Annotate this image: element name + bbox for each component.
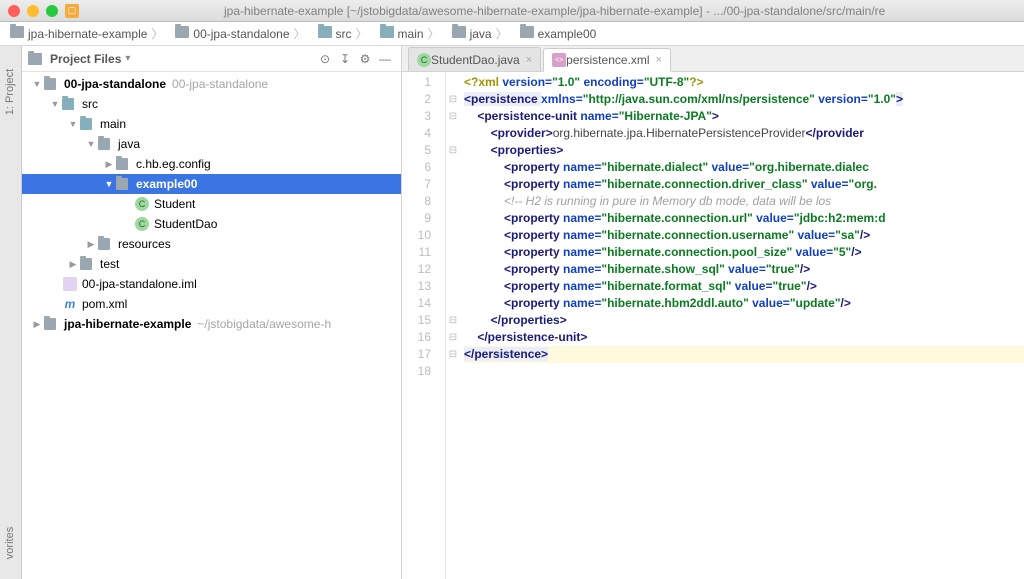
tree-node[interactable]: CStudent bbox=[22, 194, 401, 214]
maximize-window-button[interactable] bbox=[46, 5, 58, 17]
code-line[interactable]: <property name="hibernate.connection.url… bbox=[464, 210, 1024, 227]
rss-icon: ▢ bbox=[65, 4, 79, 18]
tree-label: pom.xml bbox=[82, 297, 127, 311]
disclosure-arrow[interactable]: ▼ bbox=[84, 139, 98, 149]
project-tree[interactable]: ▼00-jpa-standalone00-jpa-standalone▼src▼… bbox=[22, 72, 401, 579]
sidebar-header: Project Files ▾ ⊙ ↧ ⚙ — bbox=[22, 46, 401, 72]
disclosure-arrow[interactable]: ▶ bbox=[66, 259, 80, 270]
disclosure-arrow[interactable]: ▼ bbox=[102, 179, 116, 189]
disclosure-arrow[interactable]: ▶ bbox=[102, 159, 116, 170]
code-line[interactable]: <!-- H2 is running in pure in Memory db … bbox=[464, 193, 1024, 210]
window-titlebar: ▢ jpa-hibernate-example [~/jstobigdata/a… bbox=[0, 0, 1024, 22]
code-line[interactable]: <property name="hibernate.show_sql" valu… bbox=[464, 261, 1024, 278]
code-line[interactable]: <property name="hibernate.dialect" value… bbox=[464, 159, 1024, 176]
tab-label: persistence.xml bbox=[566, 53, 649, 67]
breadcrumb-label: jpa-hibernate-example bbox=[28, 27, 147, 41]
tree-label: main bbox=[100, 117, 126, 131]
tree-label: StudentDao bbox=[154, 217, 217, 231]
breadcrumb-label: java bbox=[470, 27, 492, 41]
editor-tabs: CStudentDao.java×<>persistence.xml× bbox=[402, 46, 1024, 72]
breadcrumb-item[interactable]: java bbox=[448, 23, 516, 44]
code-line[interactable]: <property name="hibernate.hbm2ddl.auto" … bbox=[464, 295, 1024, 312]
project-tool-tab[interactable]: 1: Project bbox=[5, 69, 17, 115]
editor-tab[interactable]: <>persistence.xml× bbox=[543, 48, 671, 72]
folder-icon bbox=[28, 53, 42, 65]
code-line[interactable]: <persistence-unit name="Hibernate-JPA"> bbox=[464, 108, 1024, 125]
disclosure-arrow[interactable]: ▼ bbox=[66, 119, 80, 129]
code-line[interactable]: <provider>org.hibernate.jpa.HibernatePer… bbox=[464, 125, 1024, 142]
editor-tab[interactable]: CStudentDao.java× bbox=[408, 47, 541, 71]
code-line[interactable]: <?xml version="1.0" encoding="UTF-8"?> bbox=[464, 74, 1024, 91]
tree-node[interactable]: ▼ main bbox=[22, 114, 401, 134]
code-line[interactable]: </persistence-unit> bbox=[464, 329, 1024, 346]
project-sidebar: Project Files ▾ ⊙ ↧ ⚙ — ▼00-jpa-standalo… bbox=[22, 46, 402, 579]
fold-strip[interactable]: ⊟⊟⊟⊟⊟⊟ bbox=[446, 72, 460, 579]
tree-node[interactable]: ▼ example00 bbox=[22, 174, 401, 194]
code-content[interactable]: <?xml version="1.0" encoding="UTF-8"?><p… bbox=[460, 72, 1024, 579]
collapse-all-button[interactable]: ↧ bbox=[335, 49, 355, 69]
tree-node[interactable]: ▶ c.hb.eg.config bbox=[22, 154, 401, 174]
tree-node[interactable]: 00-jpa-standalone.iml bbox=[22, 274, 401, 294]
code-line[interactable]: <property name="hibernate.connection.use… bbox=[464, 227, 1024, 244]
close-icon[interactable]: × bbox=[526, 54, 532, 66]
code-line[interactable]: </properties> bbox=[464, 312, 1024, 329]
code-line[interactable]: <properties> bbox=[464, 142, 1024, 159]
tree-label: resources bbox=[118, 237, 171, 251]
tree-label: 00-jpa-standalone.iml bbox=[82, 277, 197, 291]
tree-label: c.hb.eg.config bbox=[136, 157, 211, 171]
code-line[interactable]: <property name="hibernate.connection.poo… bbox=[464, 244, 1024, 261]
code-line[interactable] bbox=[464, 363, 1024, 380]
breadcrumb-item[interactable]: 00-jpa-standalone bbox=[171, 23, 313, 44]
tree-node[interactable]: CStudentDao bbox=[22, 214, 401, 234]
tree-label: example00 bbox=[136, 177, 197, 191]
locate-button[interactable]: ⊙ bbox=[315, 49, 335, 69]
editor-area: CStudentDao.java×<>persistence.xml× 1 2 … bbox=[402, 46, 1024, 579]
breadcrumb-bar: jpa-hibernate-example 00-jpa-standalone sr… bbox=[0, 22, 1024, 46]
chevron-down-icon[interactable]: ▾ bbox=[125, 53, 130, 64]
breadcrumb-item[interactable]: jpa-hibernate-example bbox=[6, 23, 171, 44]
tree-node[interactable]: ▼ src bbox=[22, 94, 401, 114]
breadcrumb-item[interactable]: src bbox=[314, 23, 376, 44]
disclosure-arrow[interactable]: ▶ bbox=[84, 239, 98, 250]
tree-node[interactable]: mpom.xml bbox=[22, 294, 401, 314]
code-line[interactable]: <property name="hibernate.format_sql" va… bbox=[464, 278, 1024, 295]
left-tool-strip: 1: Project vorites bbox=[0, 46, 22, 579]
tab-label: StudentDao.java bbox=[431, 53, 520, 67]
sidebar-title[interactable]: Project Files bbox=[50, 52, 121, 66]
disclosure-arrow[interactable]: ▼ bbox=[48, 99, 62, 109]
tree-dim-path: ~/jstobigdata/awesome-h bbox=[197, 317, 331, 331]
tree-label: src bbox=[82, 97, 98, 111]
tree-label: jpa-hibernate-example bbox=[64, 317, 191, 331]
hide-panel-button[interactable]: — bbox=[375, 49, 395, 69]
tree-dim-path: 00-jpa-standalone bbox=[172, 77, 268, 91]
tree-label: java bbox=[118, 137, 140, 151]
disclosure-arrow[interactable]: ▼ bbox=[30, 79, 44, 89]
tree-label: Student bbox=[154, 197, 195, 211]
close-window-button[interactable] bbox=[8, 5, 20, 17]
favorites-tool-tab[interactable]: vorites bbox=[5, 527, 17, 559]
tree-node[interactable]: ▶ jpa-hibernate-example ~/jstobigdata/awes… bbox=[22, 314, 401, 334]
breadcrumb-label: 00-jpa-standalone bbox=[193, 27, 289, 41]
tree-label: 00-jpa-standalone bbox=[64, 77, 166, 91]
window-title: jpa-hibernate-example [~/jstobigdata/awe… bbox=[224, 4, 885, 18]
minimize-window-button[interactable] bbox=[27, 5, 39, 17]
code-line[interactable]: <persistence xmlns="http://java.sun.com/… bbox=[464, 91, 1024, 108]
breadcrumb-label: src bbox=[336, 27, 352, 41]
breadcrumb-label: example00 bbox=[538, 27, 597, 41]
breadcrumb-label: main bbox=[398, 27, 424, 41]
line-gutter[interactable]: 1 2 3 4 5 6 7 8 9 10 11 12 13 14 15 16 1… bbox=[402, 72, 446, 579]
close-icon[interactable]: × bbox=[656, 54, 662, 66]
tree-node[interactable]: ▶ resources bbox=[22, 234, 401, 254]
code-line[interactable]: <property name="hibernate.connection.dri… bbox=[464, 176, 1024, 193]
breadcrumb-item[interactable]: example00 bbox=[516, 24, 609, 43]
tree-node[interactable]: ▶ test bbox=[22, 254, 401, 274]
tree-node[interactable]: ▼ 00-jpa-standalone 00-jpa-standalone bbox=[22, 74, 401, 94]
tree-node[interactable]: ▼ java bbox=[22, 134, 401, 154]
breadcrumb-item[interactable]: main bbox=[376, 23, 448, 44]
gear-icon[interactable]: ⚙ bbox=[355, 49, 375, 69]
code-line[interactable]: </persistence> bbox=[464, 346, 1024, 363]
tree-label: test bbox=[100, 257, 119, 271]
disclosure-arrow[interactable]: ▶ bbox=[30, 319, 44, 330]
